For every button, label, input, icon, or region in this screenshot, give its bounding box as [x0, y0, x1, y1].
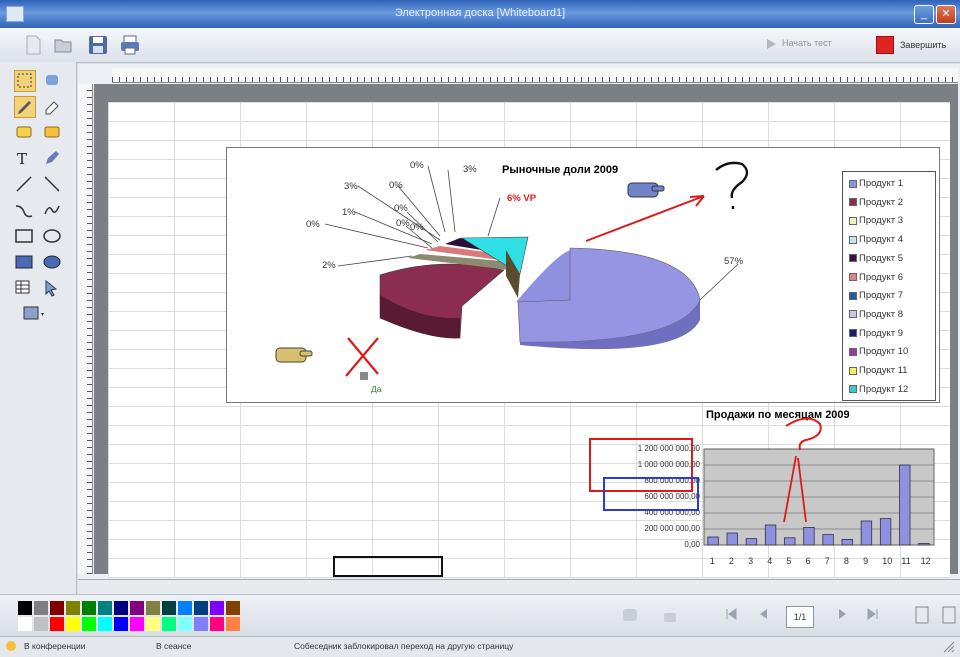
small-marker-icon — [360, 372, 368, 380]
question-mark-black — [715, 161, 749, 209]
lock-icon[interactable] — [660, 605, 680, 625]
status-bar: В конференции В сеансе Собеседник заблок… — [0, 636, 960, 657]
red-cross — [345, 337, 379, 377]
palette-color[interactable] — [226, 601, 240, 615]
question-mark-red — [785, 417, 822, 451]
palette-color[interactable] — [130, 601, 144, 615]
last-page-icon[interactable] — [866, 607, 880, 621]
palette-color[interactable] — [226, 617, 240, 631]
palette-color[interactable] — [98, 617, 112, 631]
da-label: Да — [371, 384, 382, 394]
palette-color[interactable] — [114, 601, 128, 615]
status-conference: В конференции — [24, 641, 86, 651]
palette-color[interactable] — [194, 617, 208, 631]
resize-grip-icon[interactable] — [942, 640, 956, 654]
annotations-layer — [275, 161, 822, 523]
palette-color[interactable] — [98, 601, 112, 615]
palette-color[interactable] — [178, 617, 192, 631]
palette-color[interactable] — [50, 601, 64, 615]
palette-color[interactable] — [66, 617, 80, 631]
pointing-hand-icon-2 — [275, 347, 313, 363]
bottom-toolbar — [0, 594, 960, 637]
palette-color[interactable] — [114, 617, 128, 631]
status-session: В сеансе — [156, 641, 192, 651]
palette-color[interactable] — [82, 601, 96, 615]
palette-color[interactable] — [210, 601, 224, 615]
page-indicator[interactable]: 1/1 — [786, 606, 814, 628]
prev-user-icon[interactable] — [620, 605, 640, 625]
palette-color[interactable] — [162, 601, 176, 615]
palette-color[interactable] — [66, 601, 80, 615]
red-lines — [783, 455, 807, 523]
first-page-icon[interactable] — [724, 607, 738, 621]
palette-color[interactable] — [178, 601, 192, 615]
palette-color[interactable] — [210, 617, 224, 631]
palette-color[interactable] — [50, 617, 64, 631]
palette-color[interactable] — [194, 601, 208, 615]
pointing-hand-icon-1 — [627, 182, 665, 198]
delete-page-icon[interactable] — [940, 605, 958, 625]
palette-color[interactable] — [18, 617, 32, 631]
blue-highlight-box — [603, 477, 699, 511]
red-highlight-box — [589, 438, 693, 492]
palette-color[interactable] — [146, 601, 160, 615]
next-page-icon[interactable] — [836, 607, 850, 621]
palette-color[interactable] — [34, 601, 48, 615]
status-message: Собеседник заблокировал переход на другу… — [294, 641, 514, 651]
palette-color[interactable] — [146, 617, 160, 631]
add-page-icon[interactable] — [912, 605, 932, 625]
red-arrow — [585, 195, 705, 242]
palette-color[interactable] — [130, 617, 144, 631]
palette-color[interactable] — [34, 617, 48, 631]
prev-page-icon[interactable] — [756, 607, 770, 621]
status-icon — [6, 641, 16, 651]
palette-color[interactable] — [82, 617, 96, 631]
palette-color[interactable] — [18, 601, 32, 615]
palette-color[interactable] — [162, 617, 176, 631]
